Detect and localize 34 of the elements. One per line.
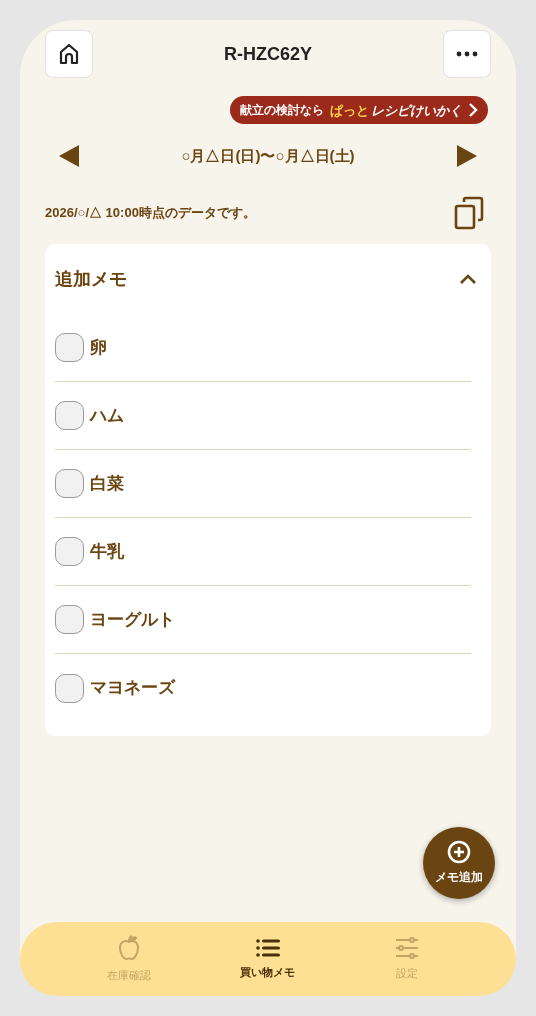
device-title: R-HZC62Y (224, 42, 312, 66)
logo-small-text: ぱっと (330, 103, 369, 117)
checkbox[interactable] (55, 605, 84, 634)
next-arrow-icon[interactable] (456, 144, 478, 168)
apple-icon (117, 934, 142, 961)
memo-item-label: マヨネーズ (90, 677, 175, 700)
checkbox[interactable] (55, 401, 84, 430)
data-timestamp: 2026/○/△ 10:00時点のデータです。 (45, 204, 256, 223)
sliders-icon (394, 936, 419, 959)
nav-tab[interactable]: 買い物メモ (223, 937, 313, 981)
recipe-banner[interactable]: 献立の検討なら ぱっと レシピけいかく (230, 96, 488, 124)
previous-arrow-icon[interactable] (58, 144, 80, 168)
banner-text: 献立の検討なら (240, 102, 324, 119)
memo-card-header[interactable]: 追加メモ (55, 244, 481, 314)
memo-item-label: 牛乳 (90, 540, 124, 563)
home-icon (57, 42, 81, 66)
checkbox[interactable] (55, 469, 84, 498)
list-icon (256, 937, 280, 958)
copy-icon[interactable] (454, 196, 484, 230)
checkbox[interactable] (55, 673, 84, 703)
more-icon (456, 51, 478, 57)
memo-item-label: 白菜 (90, 472, 124, 495)
checkbox[interactable] (55, 537, 84, 566)
checkbox[interactable] (55, 333, 84, 362)
add-memo-button[interactable]: メモ追加 (423, 827, 495, 899)
memo-item-label: ヨーグルト (90, 608, 175, 631)
date-range: ○月△日(日)〜○月△日(土) (181, 145, 355, 166)
logo-text: レシピけいかく (371, 103, 462, 117)
chevron-right-icon (468, 102, 478, 118)
plus-circle-icon (447, 840, 471, 864)
home-button[interactable] (45, 30, 93, 78)
memo-item-label: ハム (90, 404, 124, 427)
memo-item-label: 卵 (90, 336, 107, 359)
more-button[interactable] (443, 30, 491, 78)
